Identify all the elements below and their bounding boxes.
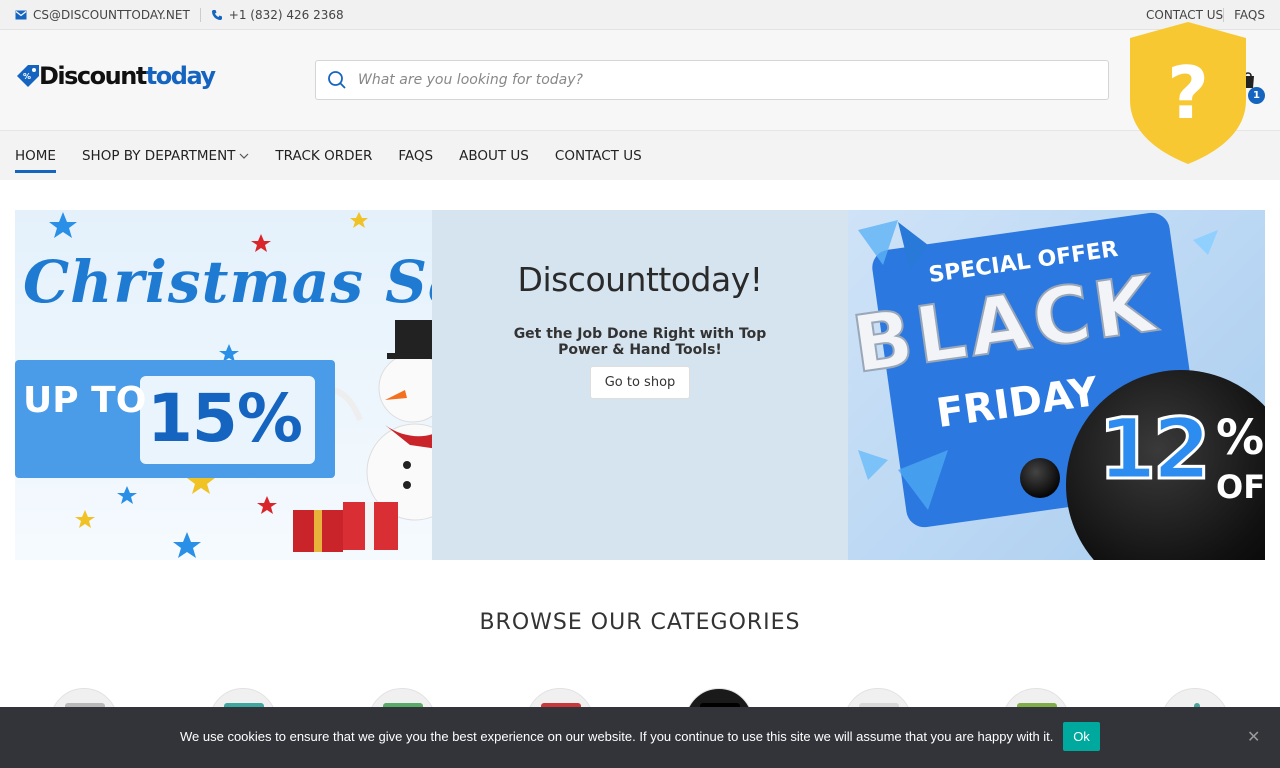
percent-sign: % bbox=[1216, 410, 1265, 466]
logo-text-blue: today bbox=[145, 62, 216, 90]
chevron-down-icon bbox=[239, 153, 249, 159]
discount-percent: 15% bbox=[147, 380, 303, 457]
logo-text: Discounttoday bbox=[39, 62, 216, 90]
email-link[interactable]: CS@DISCOUNTTODAY.NET bbox=[15, 8, 190, 22]
svg-text:%: % bbox=[23, 72, 31, 81]
cookie-text: We use cookies to ensure that we give yo… bbox=[180, 729, 1054, 744]
search-input[interactable] bbox=[358, 72, 1058, 88]
up-to-text: UP TO bbox=[23, 380, 147, 421]
nav-shop-by-department[interactable]: SHOP BY DEPARTMENT bbox=[82, 131, 249, 181]
banner-subtitle: Get the Job Done Right with Top Power & … bbox=[513, 326, 767, 358]
cookie-ok-button[interactable]: Ok bbox=[1063, 722, 1100, 751]
envelope-icon bbox=[15, 10, 27, 20]
search-box bbox=[315, 60, 1109, 100]
discount-number: 12 bbox=[1097, 399, 1213, 500]
banner-title: Discounttoday! bbox=[517, 260, 763, 299]
close-icon[interactable]: ✕ bbox=[1247, 727, 1260, 746]
nav-shop-by-department-label: SHOP BY DEPARTMENT bbox=[81, 148, 236, 164]
main-nav: HOME SHOP BY DEPARTMENT TRACK ORDER FAQS… bbox=[0, 130, 1280, 180]
shield-glyph: ? bbox=[1167, 51, 1209, 135]
shield-question-icon[interactable]: ? bbox=[1126, 20, 1250, 166]
search-icon[interactable] bbox=[327, 70, 347, 90]
discounttoday-banner: Discounttoday! Get the Job Done Right wi… bbox=[432, 210, 848, 560]
top-bar: CS@DISCOUNTTODAY.NET +1 (832) 426 2368 C… bbox=[0, 0, 1280, 30]
nav-about-us[interactable]: ABOUT US bbox=[459, 131, 529, 181]
black-friday-banner[interactable]: SPECIAL OFFER BLACK FRIDAY 12 % OFF bbox=[848, 210, 1265, 560]
email-text: CS@DISCOUNTTODAY.NET bbox=[33, 8, 190, 22]
section-title: BROWSE OUR CATEGORIES bbox=[479, 610, 801, 635]
cookie-banner: We use cookies to ensure that we give yo… bbox=[0, 707, 1280, 768]
header: % Discounttoday 1 bbox=[0, 30, 1280, 130]
logo-text-dark: Discount bbox=[39, 62, 147, 90]
divider bbox=[199, 8, 201, 22]
phone-link[interactable]: +1 (832) 426 2368 bbox=[211, 8, 344, 22]
off-text: OFF bbox=[1216, 468, 1265, 506]
site-logo[interactable]: % Discounttoday bbox=[15, 62, 216, 90]
small-ball bbox=[1020, 458, 1060, 498]
nav-track-order[interactable]: TRACK ORDER bbox=[275, 131, 372, 181]
nav-home[interactable]: HOME bbox=[15, 131, 56, 181]
christmas-sale-banner[interactable]: Christmas Sale UP TO 15% bbox=[15, 210, 432, 560]
go-to-shop-button[interactable]: Go to shop bbox=[590, 366, 690, 399]
christmas-sale-title: Christmas Sale bbox=[23, 248, 432, 316]
tag-icon: % bbox=[17, 65, 39, 87]
phone-icon bbox=[211, 10, 222, 20]
phone-text: +1 (832) 426 2368 bbox=[228, 8, 344, 22]
cart-count-badge: 1 bbox=[1248, 87, 1265, 104]
nav-contact-us[interactable]: CONTACT US bbox=[555, 131, 642, 181]
nav-faqs[interactable]: FAQS bbox=[398, 131, 433, 181]
